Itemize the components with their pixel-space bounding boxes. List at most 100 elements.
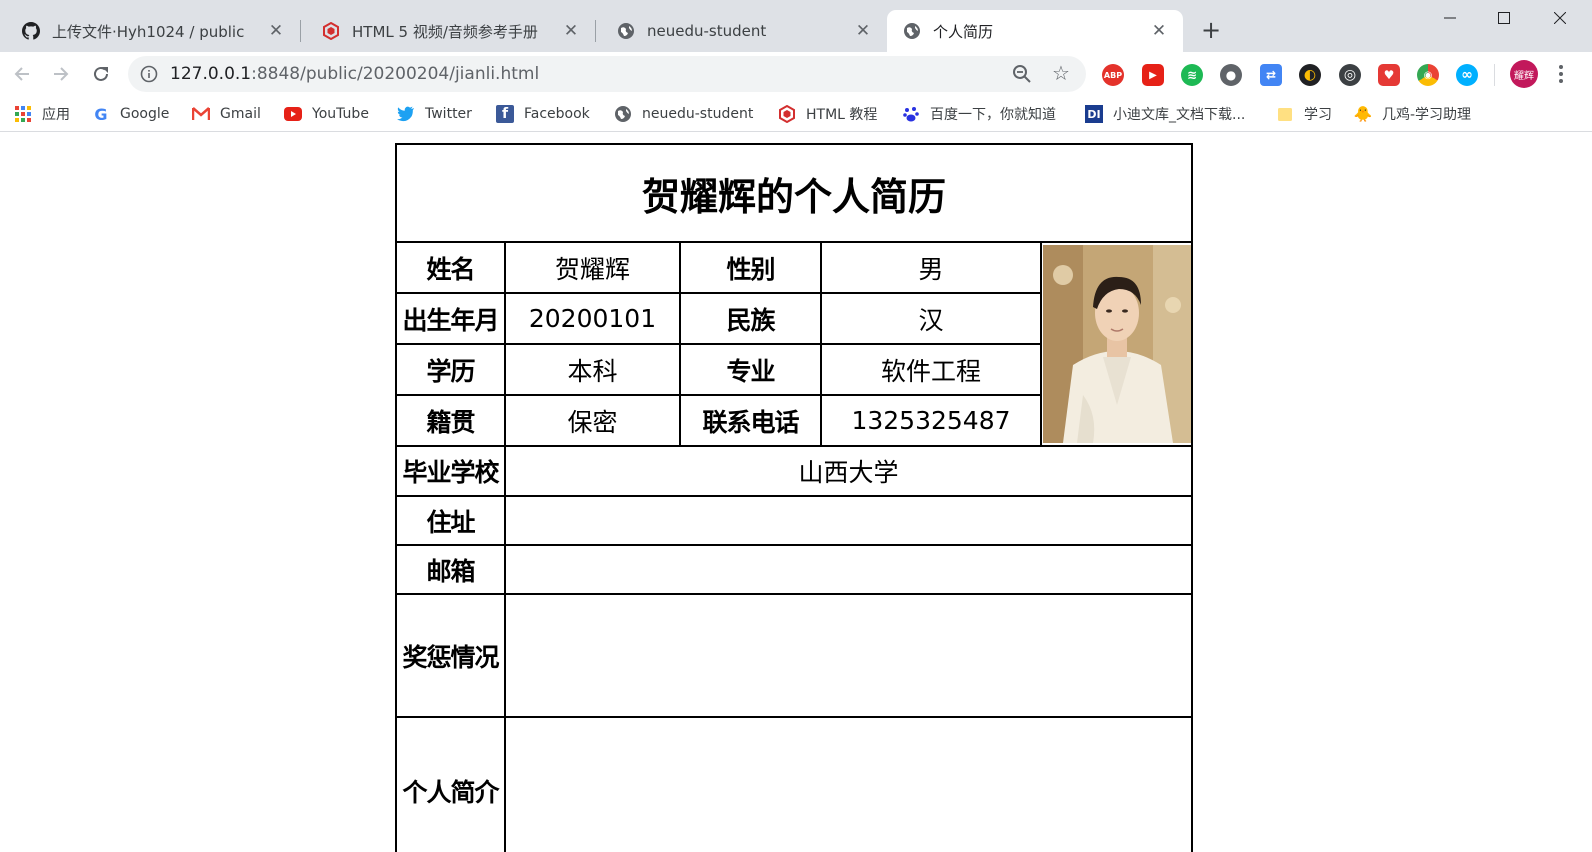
email-value (504, 544, 1193, 595)
photo-cell (1040, 241, 1193, 447)
runoob-icon (322, 22, 340, 40)
adblock-plus-icon[interactable]: ABP (1102, 64, 1124, 86)
menu-dots-icon[interactable] (1554, 62, 1568, 86)
address-bar[interactable]: 127.0.0.1:8848/public/20200204/jianli.ht… (128, 56, 1086, 92)
maximize-icon (1498, 12, 1510, 24)
youtube-ext-icon[interactable]: ▶ (1142, 64, 1164, 86)
bookmark-star-icon[interactable]: ☆ (1052, 63, 1070, 83)
address-value (504, 495, 1193, 546)
tab-neuedu-student[interactable]: neuedu-student ✕ (595, 10, 887, 52)
hometown-label: 籍贯 (395, 394, 506, 447)
gender-label: 性别 (679, 241, 822, 294)
tab-github[interactable]: 上传文件·Hyh1024 / public ✕ (0, 10, 300, 52)
bookmark-neuedu-student[interactable]: neuedu-student (614, 102, 753, 126)
close-icon[interactable]: ✕ (1145, 21, 1173, 41)
awards-label: 奖惩情况 (395, 593, 506, 718)
intro-label: 个人简介 (395, 716, 506, 852)
apps-icon (14, 105, 32, 123)
name-value: 贺耀辉 (504, 241, 681, 294)
minimize-button[interactable] (1430, 4, 1470, 32)
people-ext-icon[interactable]: ● (1220, 64, 1242, 86)
hometown-value: 保密 (504, 394, 681, 447)
resume-title: 贺耀辉的个人简历 (395, 143, 1193, 243)
youtube-icon (284, 105, 302, 123)
bookmark-label: YouTube (312, 106, 369, 122)
bookmark-label: HTML 教程 (806, 107, 878, 123)
bookmark-facebook[interactable]: f Facebook (496, 102, 590, 126)
globe-icon (617, 22, 635, 40)
proxy-ext-icon[interactable]: ◎ (1339, 64, 1361, 86)
folder-icon (1276, 105, 1294, 123)
bookmark-twitter[interactable]: Twitter (397, 102, 472, 126)
bookmark-label: 小迪文库_文档下载... (1113, 107, 1246, 123)
phone-label: 联系电话 (679, 394, 822, 447)
bookmark-baidu[interactable]: 百度一下，你就知道 (902, 102, 1056, 126)
tab-title: 个人简历 (933, 22, 994, 41)
awards-value (504, 593, 1193, 718)
profile-avatar[interactable]: 耀辉 (1510, 60, 1538, 88)
bookmark-google[interactable]: G Google (92, 102, 169, 126)
url-text[interactable]: 127.0.0.1:8848/public/20200204/jianli.ht… (170, 64, 539, 84)
reload-button[interactable] (86, 59, 116, 89)
major-label: 专业 (679, 343, 822, 396)
google-icon: G (94, 104, 108, 124)
doc-icon: DI (1085, 105, 1103, 123)
tab-html5-reference[interactable]: HTML 5 视频/音频参考手册 ✕ (300, 10, 595, 52)
tab-strip: 上传文件·Hyh1024 / public ✕ HTML 5 视频/音频参考手册… (0, 0, 1592, 52)
phone-value: 1325325487 (820, 394, 1042, 447)
moon-ext-icon[interactable]: ◐ (1299, 64, 1321, 86)
chrome-ext-icon[interactable]: ◉ (1417, 64, 1439, 86)
education-label: 学历 (395, 343, 506, 396)
forward-button[interactable] (46, 59, 76, 89)
maximize-button[interactable] (1484, 4, 1524, 32)
twitter-icon (397, 105, 415, 123)
bookmark-apps[interactable]: 应用 (14, 102, 70, 126)
bookmark-html-tutorial[interactable]: HTML 教程 (778, 102, 877, 126)
new-tab-button[interactable]: + (1197, 16, 1225, 44)
infinity-ext-icon[interactable]: ∞ (1456, 64, 1478, 86)
intro-value (504, 716, 1193, 852)
bookmark-label: Google (120, 106, 170, 122)
school-value: 山西大学 (504, 445, 1193, 497)
bookmark-label: 应用 (42, 107, 70, 123)
address-label: 住址 (395, 495, 506, 546)
ethnicity-value: 汉 (820, 292, 1042, 345)
spotify-ext-icon[interactable]: ≋ (1181, 64, 1203, 86)
close-window-button[interactable] (1540, 4, 1580, 32)
github-icon (22, 22, 40, 40)
translate-ext-icon[interactable]: ⇄ (1260, 64, 1282, 86)
zoom-icon[interactable] (1012, 64, 1032, 84)
toolbar-divider (1494, 64, 1495, 86)
close-icon[interactable]: ✕ (262, 21, 290, 41)
tab-title: HTML 5 视频/音频参考手册 (352, 22, 538, 41)
back-button[interactable] (7, 59, 37, 89)
bookmark-youtube[interactable]: YouTube (284, 102, 369, 126)
gmail-icon (192, 105, 210, 123)
birth-label: 出生年月 (395, 292, 506, 345)
birth-value: 20200101 (504, 292, 681, 345)
browser-toolbar: 127.0.0.1:8848/public/20200204/jianli.ht… (0, 52, 1592, 96)
school-label: 毕业学校 (395, 445, 506, 497)
close-icon[interactable]: ✕ (557, 21, 585, 41)
bookmark-jiji-assistant[interactable]: 🐥 几鸡-学习助理 (1354, 102, 1471, 126)
info-icon[interactable] (140, 65, 158, 83)
reload-icon (94, 66, 108, 81)
back-arrow-icon (14, 67, 29, 81)
red-ext-icon[interactable]: ♥ (1378, 64, 1400, 86)
tab-resume[interactable]: 个人简历 ✕ (887, 10, 1183, 52)
bookmark-xiaodi-wenku[interactable]: DI 小迪文库_文档下载... (1085, 102, 1245, 126)
bookmark-gmail[interactable]: Gmail (192, 102, 261, 126)
bookmark-folder-study[interactable]: 学习 (1276, 102, 1332, 126)
url-host: 127.0.0.1 (170, 64, 252, 84)
url-path: :8848/public/20200204/jianli.html (251, 64, 540, 84)
profile-photo (1043, 245, 1190, 443)
education-value: 本科 (504, 343, 681, 396)
baidu-icon (902, 105, 920, 123)
bookmark-label: 几鸡-学习助理 (1382, 107, 1472, 123)
ethnicity-label: 民族 (679, 292, 822, 345)
tab-title: neuedu-student (647, 22, 767, 40)
name-label: 姓名 (395, 241, 506, 294)
globe-icon (903, 22, 921, 40)
bookmark-label: Gmail (220, 106, 261, 122)
close-icon[interactable]: ✕ (849, 21, 877, 41)
